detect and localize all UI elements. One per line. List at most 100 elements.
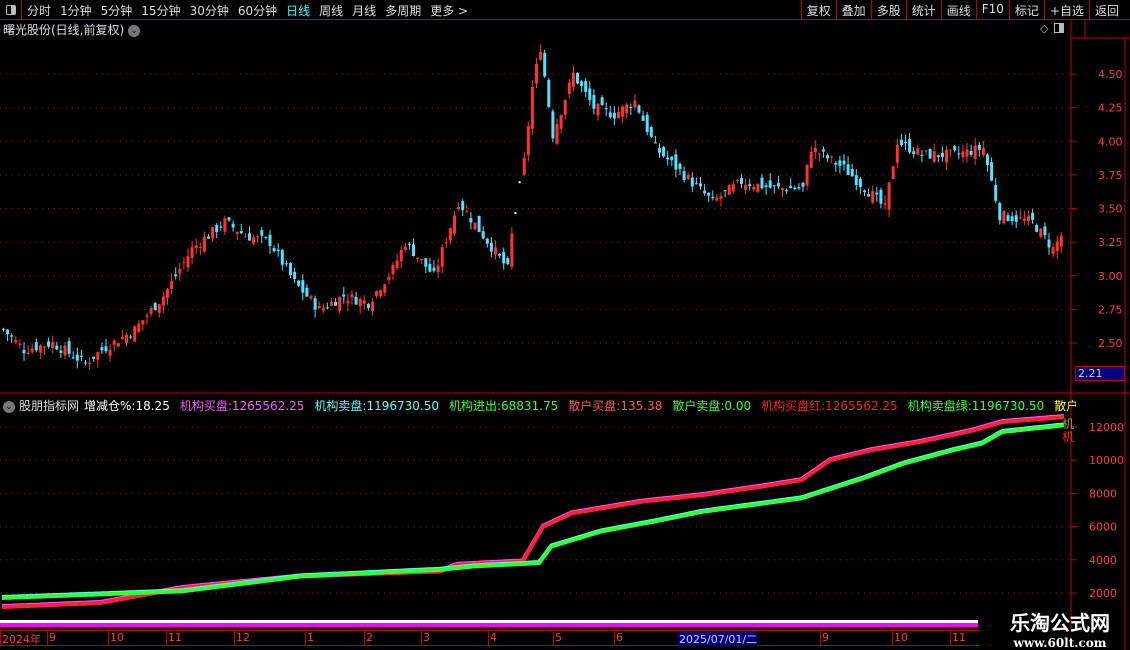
candle-body [202,237,206,252]
candle-body [305,287,309,297]
candle-body [10,335,14,337]
candle-body [838,160,842,166]
price-tick-label: 4.25 [1098,102,1123,115]
candle-body [891,166,895,179]
buy-line [1,415,1065,610]
candle-body [444,242,448,244]
watermark-url: www.60lt.com [1013,636,1107,650]
candle-body [875,192,879,195]
indicator-name[interactable]: 股朋指标网 [19,399,79,413]
candle-body [375,291,379,296]
candle-body [653,142,657,144]
candle-body [916,148,920,155]
candle-body [104,346,108,352]
candle-body [182,261,186,263]
indicator-label: 散户卖盘: [672,399,725,413]
candle-body [658,148,661,153]
candle-body [346,300,350,304]
candle-body [26,352,30,354]
candle-body [313,298,317,310]
candle-body [846,164,850,175]
candle-body [256,236,260,238]
candle-body [338,296,342,312]
candle-body [289,263,292,276]
candle-body [953,146,957,151]
date-cursor-label: 2025/07/01/二 [678,631,758,646]
candle-body [670,156,674,161]
candle-body [371,301,374,312]
candle-body [469,218,473,223]
candle-body [940,152,944,158]
indicator-tick-label: 4000 [1089,554,1117,567]
candle-body [1059,235,1063,247]
watermark: 乐淘公式网 www.60lt.com [995,607,1125,650]
indicator-label: 机构买盘红: [761,399,826,413]
candle-body [625,104,629,114]
candle-body [530,86,534,129]
candle-body [465,211,469,213]
candle [518,181,521,184]
candle-body [63,345,67,356]
candle-body [440,247,444,267]
candle-body [412,244,415,257]
candle-body [268,234,272,247]
candle-body [822,149,825,152]
candle-body [596,103,600,116]
indicator-label: 散户买盘: [568,399,621,413]
indicator-tick-label: 12000 [1089,421,1124,434]
candle-body [649,127,653,137]
candle-body [899,139,903,146]
candle-body [399,249,403,262]
candle-body [735,179,739,181]
candle-body [166,288,169,298]
date-tick: 1 [305,631,314,646]
candle-body [330,301,333,306]
candle-body [51,341,55,349]
candle-body [317,305,321,309]
candle-body [711,197,715,199]
candle-body [436,265,440,273]
candle-body [334,301,338,306]
candle-body [354,296,358,305]
candle-body [149,308,153,314]
candle-body [604,108,608,110]
candle-body [137,323,141,332]
indicator-label: 机构进出: [448,399,502,413]
candle-body [994,184,998,201]
candle-body [805,164,809,186]
indicator-number: 18.25 [135,399,170,413]
watermark-title: 乐淘公式网 [1010,611,1110,635]
candle-body [858,178,862,187]
candle-body [908,139,912,153]
candle-body [932,151,936,162]
date-tick: 6 [614,631,623,646]
candle-body [252,237,256,244]
candle-body [539,52,543,60]
candle-body [1031,212,1035,220]
indicator-value: 散户买盘:135.38 [568,399,667,413]
candle-body [129,336,133,338]
series-line-shadow [1,422,1065,599]
candle-body [797,187,801,189]
indicator-number: 68831.75 [501,399,559,413]
candle-body [1022,218,1026,221]
date-tick: 11 [950,631,966,646]
candle-body [854,175,858,186]
candle-body [510,233,514,267]
chart-canvas[interactable]: 4.504.254.003.753.503.253.002.752.501200… [0,0,1130,650]
candle-body [535,63,538,84]
candle-body [768,180,772,188]
candle-body [145,315,149,317]
candle-body [809,151,813,168]
candle-body [161,296,165,306]
candle-body [699,183,702,187]
indicator-value: 增减仓%:18.25 [84,399,175,413]
candle-body [428,264,432,272]
candle-body [59,350,63,353]
indicator-label: 机构卖盘: [314,399,367,413]
candle-body [842,160,846,165]
candle-body [961,151,965,158]
chevron-down-icon[interactable]: ⌄ [3,400,15,413]
indicator-value: 机构卖盘绿:1196730.50 [908,399,1050,413]
candle-body [108,349,112,356]
